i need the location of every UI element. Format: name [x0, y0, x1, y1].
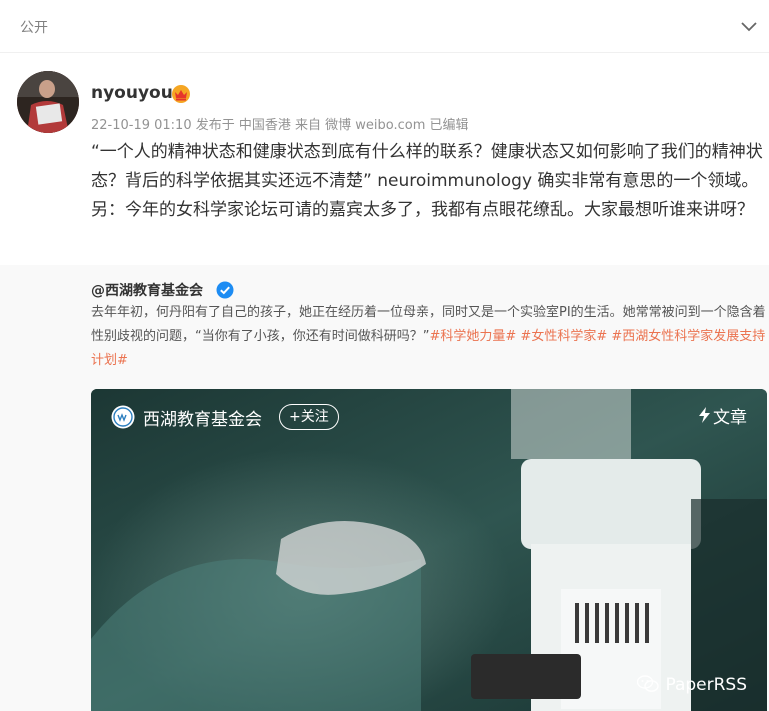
repost-author[interactable]: @西湖教育基金会 — [91, 280, 203, 300]
vip-crown-icon[interactable] — [171, 84, 191, 104]
article-card-image[interactable]: 西湖教育基金会 +关注 文章 PaperRSS — [91, 389, 767, 711]
hashtag-link[interactable]: #科学她力量# — [429, 329, 516, 344]
watermark-text: PaperRSS — [665, 675, 747, 695]
repost-text: 去年年初，何丹阳有了自己的孩子，她正在经历着一位母亲，同时又是一个实验室PI的生… — [91, 301, 767, 373]
visibility-label: 公开 — [20, 20, 48, 36]
visibility-bar: 公开 — [0, 0, 769, 53]
lightning-icon — [699, 407, 710, 423]
foundation-logo-icon — [111, 405, 135, 429]
hashtag-link[interactable]: #女性科学家# — [520, 329, 607, 344]
article-link[interactable]: 文章 — [699, 403, 747, 428]
card-account-name[interactable]: 西湖教育基金会 — [143, 405, 262, 430]
post-text: “一个人的精神状态和健康状态到底有什么样的联系？健康状态又如何影响了我们的精神状… — [91, 142, 763, 220]
follow-button[interactable]: +关注 — [279, 404, 339, 430]
chevron-down-icon[interactable] — [739, 16, 759, 36]
wechat-icon — [637, 675, 660, 692]
article-label: 文章 — [713, 408, 747, 428]
watermark: PaperRSS — [637, 675, 747, 695]
post-meta: 22-10-19 01:10 发布于 中国香港 来自 微博 weibo.com … — [91, 118, 469, 133]
avatar[interactable] — [17, 71, 79, 133]
verified-icon — [216, 281, 234, 299]
repost-card[interactable]: @西湖教育基金会 去年年初，何丹阳有了自己的孩子，她正在经历着一位母亲，同时又是… — [0, 265, 769, 711]
lab-photo — [91, 389, 767, 711]
username[interactable]: nyouyou — [91, 83, 173, 103]
